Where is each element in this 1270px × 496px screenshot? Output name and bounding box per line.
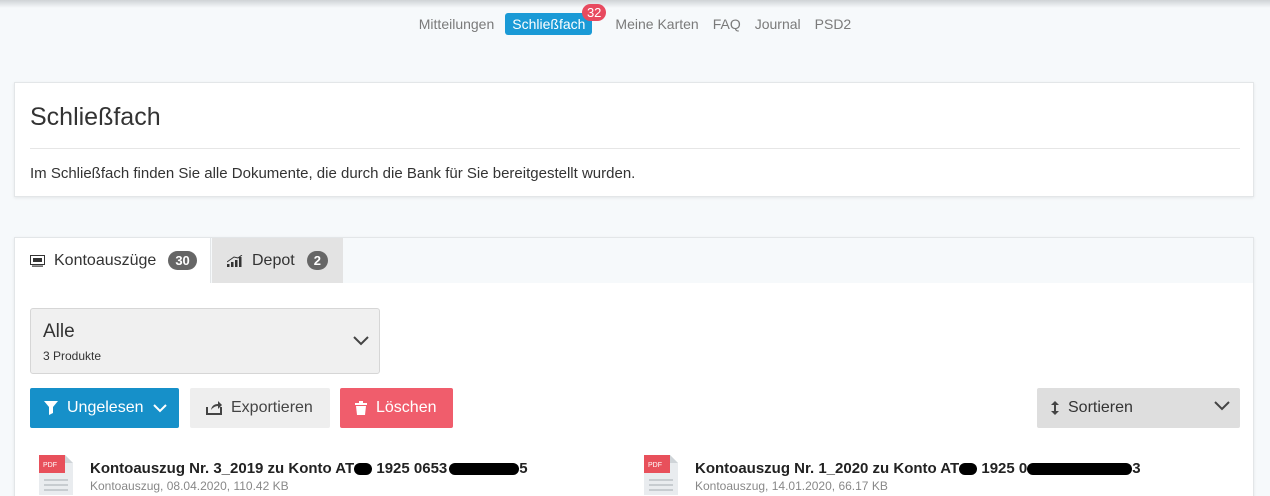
button-label: Ungelesen: [67, 399, 144, 416]
export-button[interactable]: Exportieren: [190, 388, 330, 428]
document-title-text: 3: [1132, 460, 1141, 477]
sort-dropdown[interactable]: Sortieren: [1037, 388, 1240, 428]
document-title[interactable]: Kontoauszug Nr. 3_2019 zu Konto AT 1925 …: [90, 460, 528, 477]
svg-text:PDF: PDF: [43, 462, 57, 469]
intro-text: Im Schließfach finden Sie alle Dokumente…: [30, 165, 636, 182]
documents-card: Kontoauszüge 30 Depot 2 Alle 3 Produkte …: [14, 237, 1254, 496]
tab-kontoauszuege[interactable]: Kontoauszüge 30: [15, 238, 211, 283]
svg-text:PDF: PDF: [648, 462, 662, 469]
document-meta: Kontoauszug, 14.01.2020, 66.17 KB: [695, 479, 888, 493]
delete-button[interactable]: Löschen: [340, 388, 453, 428]
document-meta: Kontoauszug, 08.04.2020, 110.42 KB: [90, 479, 289, 493]
product-filter-select[interactable]: Alle 3 Produkte: [30, 308, 380, 374]
document-title-text: Kontoauszug Nr. 1_2020 zu Konto AT: [695, 460, 960, 477]
pdf-file-icon: PDF: [39, 455, 73, 496]
tab-count-badge: 30: [168, 251, 197, 270]
intro-card: Schließfach Im Schließfach finden Sie al…: [14, 82, 1254, 197]
redaction: [449, 463, 520, 476]
button-label: Exportieren: [231, 399, 313, 416]
redaction: [959, 463, 978, 476]
notification-badge: 32: [581, 4, 607, 21]
top-navigation: Mitteilungen Schließfach 32 Meine Karten …: [0, 4, 1270, 35]
chart-bars-icon: [227, 254, 243, 267]
tab-bar: Kontoauszüge 30 Depot 2: [15, 238, 1253, 283]
chevron-down-icon: [152, 403, 167, 413]
tab-label: Depot: [252, 251, 295, 269]
nav-item-meine-karten[interactable]: Meine Karten: [608, 13, 705, 35]
redaction: [1027, 463, 1133, 476]
export-icon: [206, 401, 222, 415]
button-label: Sortieren: [1068, 399, 1133, 416]
statement-icon: [30, 254, 45, 267]
unread-filter-button[interactable]: Ungelesen: [30, 388, 179, 428]
document-title-text: 5: [519, 460, 528, 477]
chevron-down-icon: [1214, 401, 1230, 411]
tab-depot[interactable]: Depot 2: [212, 238, 343, 283]
filter-icon: [44, 401, 58, 415]
sort-icon: [1051, 401, 1059, 415]
select-value: Alle: [43, 321, 75, 342]
nav-item-label: Schließfach: [512, 16, 586, 32]
select-subtitle: 3 Produkte: [43, 349, 102, 363]
nav-item-journal[interactable]: Journal: [748, 13, 808, 35]
tab-label: Kontoauszüge: [54, 251, 157, 269]
document-title-text: 1925 0: [977, 460, 1028, 477]
trash-icon: [355, 401, 367, 415]
pdf-file-icon: PDF: [644, 455, 678, 496]
nav-item-psd2[interactable]: PSD2: [808, 13, 859, 35]
document-title-text: Kontoauszug Nr. 3_2019 zu Konto AT: [90, 460, 355, 477]
chevron-down-icon: [353, 333, 369, 351]
button-label: Löschen: [376, 399, 437, 416]
divider: [30, 148, 1240, 149]
document-title-text: 1925 0653: [372, 460, 448, 477]
page-title: Schließfach: [30, 103, 161, 131]
tab-count-badge: 2: [306, 251, 328, 270]
top-shadow: [0, 0, 1270, 8]
nav-item-faq[interactable]: FAQ: [706, 13, 748, 35]
nav-item-schliessfach[interactable]: Schließfach 32: [505, 4, 607, 35]
nav-item-mitteilungen[interactable]: Mitteilungen: [412, 13, 502, 35]
redaction: [354, 463, 373, 476]
document-title[interactable]: Kontoauszug Nr. 1_2020 zu Konto AT 1925 …: [695, 460, 1141, 477]
